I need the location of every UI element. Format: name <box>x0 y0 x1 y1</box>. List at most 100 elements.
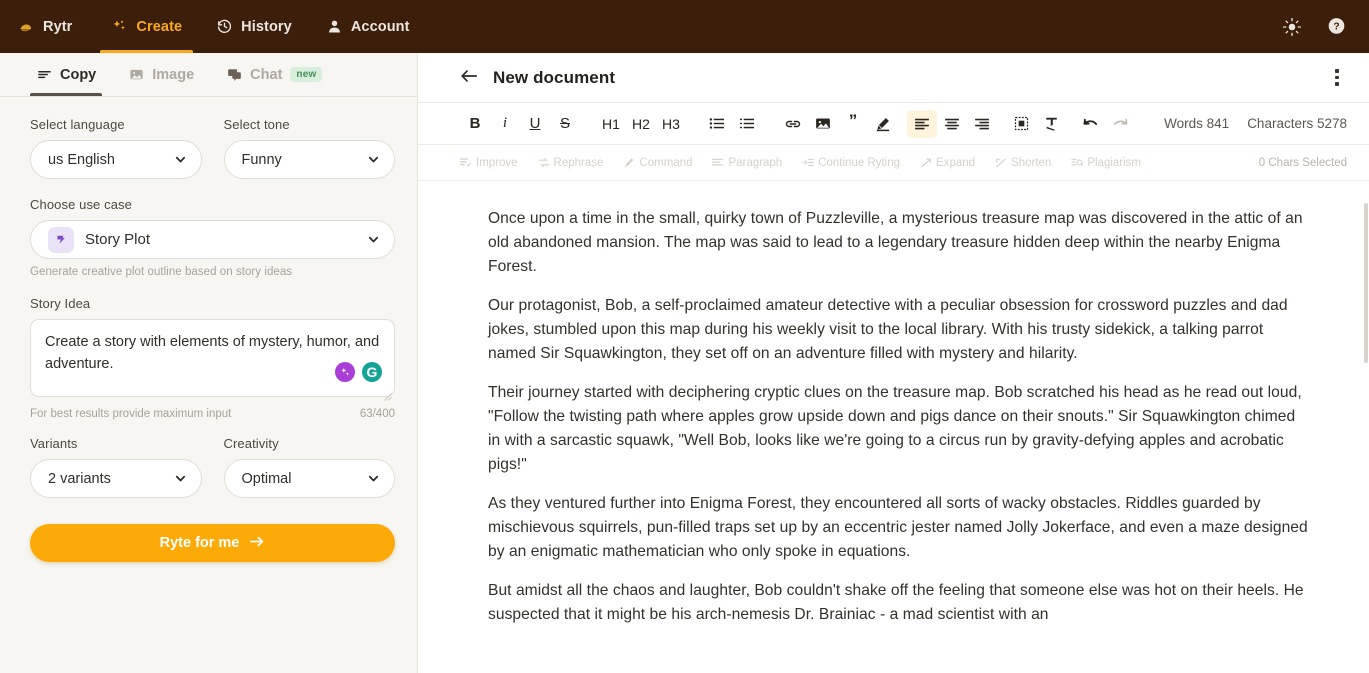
story-idea-action-icons: G <box>335 362 382 382</box>
editor-panel: New document B i U S H1 H2 H3 ” Words 84… <box>418 53 1369 673</box>
chevron-down-icon <box>367 153 380 166</box>
ai-action-paragraph[interactable]: Paragraph <box>712 157 782 169</box>
arrow-right-icon <box>249 535 265 552</box>
tab-chat[interactable]: Chat new <box>212 53 336 96</box>
strikethrough-button[interactable]: S <box>550 110 580 138</box>
underline-button[interactable]: U <box>520 110 550 138</box>
use-case-label: Choose use case <box>30 197 132 212</box>
tone-value: Funny <box>241 151 282 168</box>
ai-action-plagiarism[interactable]: Plagiarism <box>1071 157 1141 169</box>
document-paragraph: Once upon a time in the small, quirky to… <box>488 210 1303 275</box>
help-question-icon[interactable]: ? <box>1325 16 1347 38</box>
tab-copy-label: Copy <box>60 66 97 83</box>
rytr-logo-icon <box>18 18 35 35</box>
document-header: New document <box>418 53 1369 103</box>
document-content[interactable]: Once upon a time in the small, quirky to… <box>418 181 1369 673</box>
align-center-button[interactable] <box>937 110 967 138</box>
top-nav-right-icons: ? <box>1281 0 1355 53</box>
ai-action-expand-label: Expand <box>936 156 976 169</box>
language-select[interactable]: us English <box>30 140 202 179</box>
theme-sun-icon[interactable] <box>1281 16 1303 38</box>
lines-icon <box>36 67 52 83</box>
insert-image-button[interactable] <box>808 110 838 138</box>
insert-table-button[interactable] <box>1006 110 1036 138</box>
ai-action-shorten-label: Shorten <box>1011 156 1052 169</box>
clear-formatting-button[interactable] <box>1036 110 1066 138</box>
nav-item-history[interactable]: History <box>199 0 309 53</box>
align-right-button[interactable] <box>967 110 997 138</box>
numbered-list-button[interactable] <box>732 110 762 138</box>
variants-label: Variants <box>30 436 78 451</box>
bulleted-list-button[interactable] <box>702 110 732 138</box>
redo-button[interactable] <box>1105 110 1135 138</box>
document-paragraph: Their journey started with deciphering c… <box>488 384 1302 473</box>
ai-action-rephrase[interactable]: Rephrase <box>538 157 603 169</box>
back-arrow-icon[interactable] <box>460 68 479 87</box>
document-paragraph: But amidst all the chaos and laughter, B… <box>488 582 1304 623</box>
ai-action-command-label: Command <box>639 156 693 169</box>
grammarly-icon[interactable]: G <box>362 362 382 382</box>
nav-item-account[interactable]: Account <box>309 0 427 53</box>
main-body: Copy Image Chat new Select language us E… <box>0 53 1369 673</box>
tone-field: Select tone Funny <box>223 117 395 179</box>
language-label: Select language <box>30 117 125 132</box>
ai-action-continue-ryting[interactable]: Continue Ryting <box>802 157 900 169</box>
ai-action-plagiarism-label: Plagiarism <box>1087 156 1142 169</box>
use-case-select[interactable]: Story Plot <box>30 220 395 259</box>
ai-action-command[interactable]: Command <box>623 157 692 169</box>
italic-button[interactable]: i <box>490 110 520 138</box>
story-idea-hint: For best results provide maximum input <box>30 408 232 420</box>
ai-action-improve[interactable]: Improve <box>460 157 518 169</box>
page-scrollbar[interactable] <box>1364 53 1369 673</box>
nav-item-create[interactable]: Create <box>94 0 199 53</box>
ai-action-continue-ryting-label: Continue Ryting <box>818 156 901 169</box>
tab-image[interactable]: Image <box>114 53 208 96</box>
mode-tab-bar: Copy Image Chat new <box>0 53 417 97</box>
variants-select[interactable]: 2 variants <box>30 459 202 498</box>
chevron-down-icon <box>174 153 187 166</box>
use-case-field: Choose use case Story Plot Generate crea… <box>30 197 395 278</box>
svg-text:?: ? <box>1333 22 1339 33</box>
ai-action-expand[interactable]: Expand <box>920 157 975 169</box>
use-case-value: Story Plot <box>85 231 151 248</box>
heading-1-button[interactable]: H1 <box>596 110 626 138</box>
story-idea-counter: 63/400 <box>359 408 395 420</box>
word-count: Words 841 <box>1164 116 1230 131</box>
bold-button[interactable]: B <box>460 110 490 138</box>
undo-button[interactable] <box>1075 110 1105 138</box>
ai-sparkle-icon[interactable] <box>335 362 355 382</box>
picture-icon <box>128 67 144 83</box>
heading-2-button[interactable]: H2 <box>626 110 656 138</box>
use-case-hint: Generate creative plot outline based on … <box>30 266 293 278</box>
variants-value: 2 variants <box>48 470 111 487</box>
ai-action-shorten[interactable]: Shorten <box>995 157 1051 169</box>
top-nav-items: Rytr Create History Account <box>18 0 427 53</box>
highlight-pen-button[interactable] <box>868 110 898 138</box>
more-options-icon[interactable] <box>1327 68 1347 88</box>
chat-new-badge: new <box>290 67 323 82</box>
nav-item-rytr[interactable]: Rytr <box>18 0 94 53</box>
variants-field: Variants 2 variants <box>30 436 202 498</box>
link-button[interactable] <box>778 110 808 138</box>
story-idea-input[interactable] <box>30 319 395 397</box>
top-navigation-bar: Rytr Create History Account ? <box>0 0 1369 53</box>
language-tone-row: Select language us English Select tone F… <box>30 117 395 179</box>
document-counters: Words 841 Characters 5278 <box>1164 116 1347 131</box>
creativity-label: Creativity <box>223 436 279 451</box>
creativity-select[interactable]: Optimal <box>223 459 395 498</box>
chevron-down-icon <box>174 472 187 485</box>
chevron-down-icon <box>367 233 380 246</box>
chat-bubbles-icon <box>226 67 242 83</box>
creativity-field: Creativity Optimal <box>223 436 395 498</box>
ryte-for-me-button[interactable]: Ryte for me <box>30 524 395 562</box>
story-plot-icon <box>48 226 74 253</box>
align-left-button[interactable] <box>907 109 937 138</box>
language-field: Select language us English <box>30 117 202 179</box>
document-paragraph: As they ventured further into Enigma For… <box>488 495 1308 560</box>
heading-3-button[interactable]: H3 <box>656 110 686 138</box>
scrollbar-thumb[interactable] <box>1364 203 1368 363</box>
tab-copy[interactable]: Copy <box>22 53 110 96</box>
tone-select[interactable]: Funny <box>223 140 395 179</box>
blockquote-button[interactable]: ” <box>838 110 868 138</box>
person-icon <box>326 18 343 35</box>
